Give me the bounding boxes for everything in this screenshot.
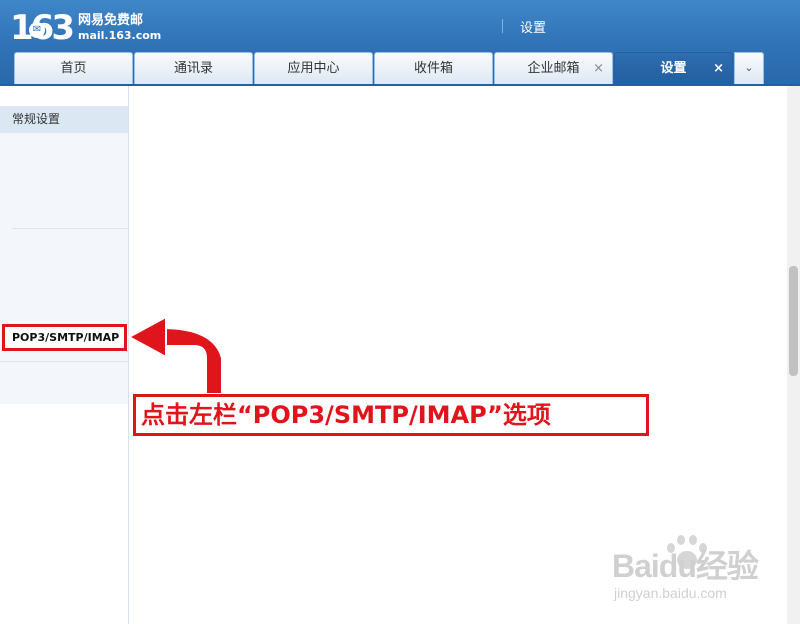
annotation-callout: 点击左栏“POP3/SMTP/IMAP”选项 bbox=[133, 394, 649, 436]
watermark-url: jingyan.baidu.com bbox=[614, 585, 727, 601]
watermark: Baidu经验 jingyan.baidu.com bbox=[612, 548, 782, 608]
watermark-brand: Baidu经验 bbox=[612, 548, 759, 584]
annotation-arrow bbox=[128, 316, 223, 395]
